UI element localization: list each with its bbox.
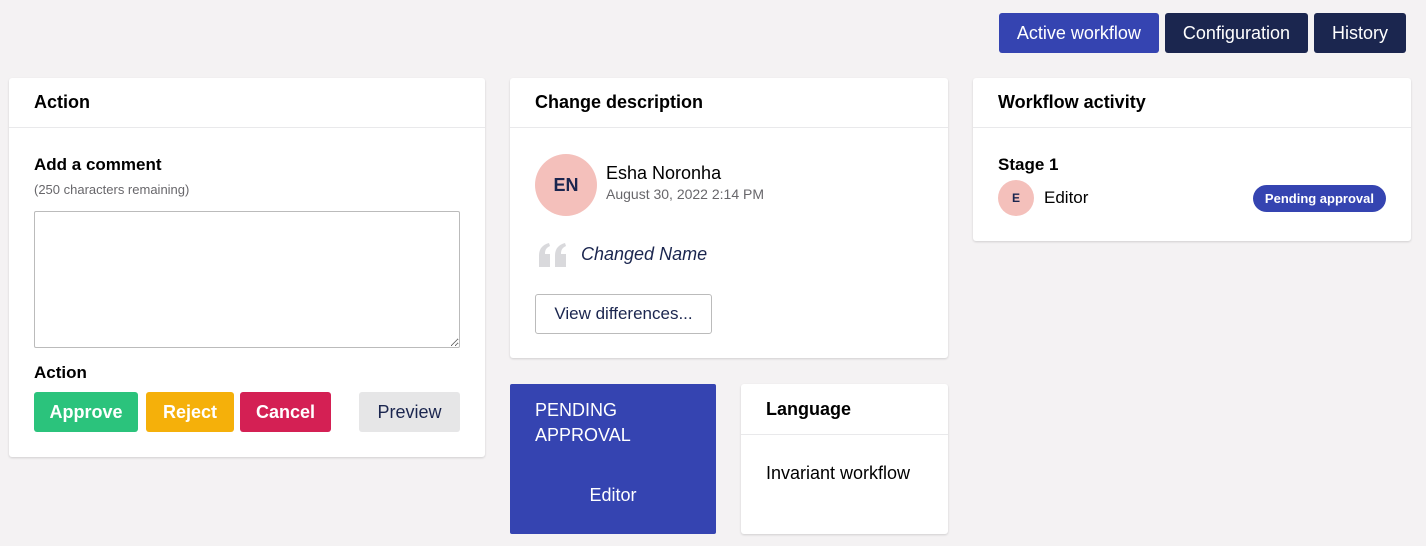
workflow-activity-card: Workflow activity Stage 1 E Editor Pendi… [973, 78, 1411, 241]
reject-button[interactable]: Reject [146, 392, 234, 432]
language-value: Invariant workflow [766, 463, 911, 483]
view-differences-button[interactable]: View differences... [535, 294, 712, 334]
pending-status-text: PENDING APPROVAL [535, 400, 631, 445]
author-avatar: EN [535, 154, 597, 216]
tab-active-workflow[interactable]: Active workflow [998, 13, 1159, 53]
preview-button[interactable]: Preview [359, 392, 460, 432]
action-card: Action Add a comment (250 characters rem… [9, 78, 485, 457]
language-card: Language Invariant workflow [741, 384, 948, 534]
quote-icon [539, 243, 566, 267]
comment-textarea[interactable] [34, 211, 460, 348]
activity-card-title: Workflow activity [973, 78, 1411, 128]
change-date: August 30, 2022 2:14 PM [606, 186, 764, 202]
pending-status-box: PENDING APPROVAL Editor [510, 384, 716, 534]
cancel-button[interactable]: Cancel [240, 392, 331, 432]
status-badge: Pending approval [1252, 185, 1386, 212]
comment-label: Add a comment [34, 155, 162, 174]
change-description-text: Changed Name [581, 244, 708, 264]
change-card-title: Change description [510, 78, 948, 128]
tab-configuration[interactable]: Configuration [1164, 13, 1308, 53]
change-description-card: Change description EN Esha Noronha Augus… [510, 78, 948, 358]
action-label: Action [34, 363, 87, 382]
language-card-title: Language [741, 384, 948, 435]
pending-role-text: Editor [589, 485, 637, 505]
chars-remaining-hint: (250 characters remaining) [34, 182, 190, 197]
workflow-tabs: Active workflow Configuration History [998, 13, 1406, 53]
tab-history[interactable]: History [1313, 13, 1406, 53]
stage-user: Editor [1044, 188, 1089, 207]
approve-button[interactable]: Approve [34, 392, 138, 432]
author-name: Esha Noronha [606, 163, 722, 183]
stage-title: Stage 1 [998, 155, 1059, 174]
action-card-title: Action [9, 78, 485, 128]
editor-avatar: E [998, 180, 1034, 216]
